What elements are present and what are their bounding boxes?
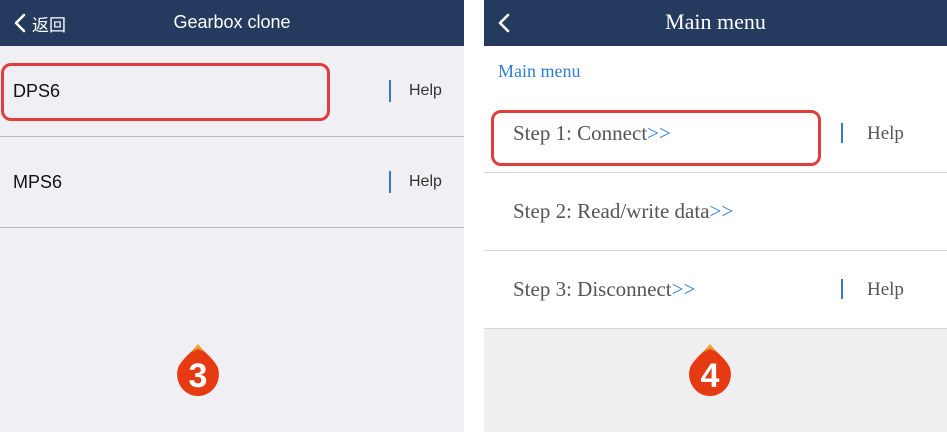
divider: [841, 123, 843, 143]
menu-item-label[interactable]: Step 3: Disconnect>>: [513, 251, 695, 328]
left-screen: 返回 Gearbox clone DPS6 Help MPS6 Help 3: [0, 0, 464, 432]
step-badge-3: 3: [174, 342, 222, 398]
help-link[interactable]: Help: [409, 137, 442, 227]
right-screen: Main menu Main menu Step 1: Connect>> He…: [484, 0, 947, 432]
list-item-mps6[interactable]: MPS6 Help: [0, 137, 464, 228]
step-badge-4: 4: [686, 342, 734, 398]
double-chevron-icon: >>: [709, 199, 734, 223]
menu-item-step-2[interactable]: Step 2: Read/write data>>: [484, 173, 947, 251]
breadcrumb[interactable]: Main menu: [498, 46, 581, 96]
breadcrumb-bar: Main menu: [484, 46, 947, 97]
badge-number: 3: [189, 357, 208, 395]
divider: [841, 279, 843, 299]
help-link[interactable]: Help: [867, 251, 904, 328]
badge-number: 4: [701, 357, 720, 395]
left-navbar: 返回 Gearbox clone: [0, 0, 464, 46]
highlight-box-step-1: [491, 110, 821, 166]
help-link[interactable]: Help: [409, 46, 442, 136]
help-link[interactable]: Help: [867, 95, 904, 172]
menu-item-label[interactable]: Step 2: Read/write data>>: [513, 173, 733, 250]
double-chevron-icon: >>: [671, 277, 696, 301]
menu-item-step-3[interactable]: Step 3: Disconnect>> Help: [484, 251, 947, 329]
highlight-box-dps6: [1, 63, 330, 121]
divider: [389, 80, 391, 102]
page-title: Main menu: [665, 9, 766, 34]
page-title: Gearbox clone: [173, 12, 291, 32]
right-navbar: Main menu: [484, 0, 947, 46]
divider: [389, 171, 391, 193]
list-item-label: MPS6: [13, 172, 63, 192]
